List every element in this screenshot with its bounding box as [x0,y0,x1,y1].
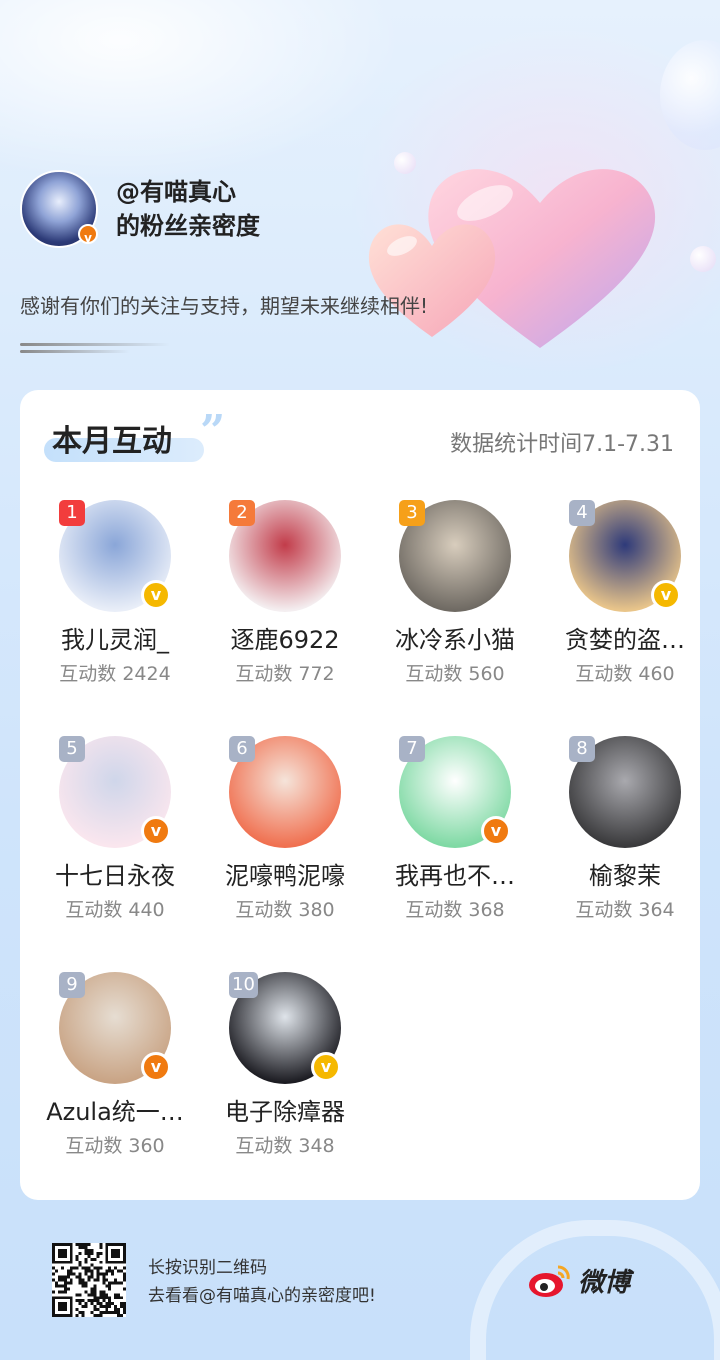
interaction-count: 互动数 364 [575,899,675,921]
thanks-message: 感谢有你们的关注与支持，期望未来继续相伴! [20,294,429,318]
fan-name: Azula统一… [46,1098,184,1126]
qr-code[interactable] [52,1243,126,1317]
rank-badge: 1 [59,500,85,526]
weibo-logo: 微博 [528,1262,630,1299]
verified-badge-icon: v [78,224,98,245]
fan-item[interactable]: 1 v 我儿灵润_ 互动数 2424 [30,500,200,686]
decorative-bubble [660,40,720,150]
verified-badge-icon: v [141,1052,171,1082]
avatar[interactable]: v [20,170,98,248]
fan-item[interactable]: 9 v Azula统一… 互动数 360 [30,972,200,1158]
avatar[interactable]: 8 [569,736,681,848]
avatar[interactable]: 2 [229,500,341,612]
rank-badge: 8 [569,736,595,762]
rank-badge: 9 [59,972,85,998]
verified-badge-icon: v [141,816,171,846]
fan-name: 我儿灵润_ [61,626,169,654]
footer-line-1: 长按识别二维码 [148,1258,267,1278]
avatar[interactable]: 7v [399,736,511,848]
interaction-count: 互动数 380 [235,899,335,921]
fan-item[interactable]: 7 v 我再也不… 互动数 368 [370,736,540,922]
profile-handle: @有喵真心 [116,178,236,206]
interaction-count: 互动数 440 [65,899,165,921]
weibo-eye-icon [529,1264,570,1297]
rank-badge: 7 [399,736,425,762]
verified-badge-icon: v [311,1052,341,1082]
fan-name: 逐鹿6922 [230,626,340,654]
fan-name: 冰冷系小猫 [395,626,515,654]
fan-name: 泥嚎鸭泥嚎 [225,862,345,890]
avatar[interactable]: 6 [229,736,341,848]
interaction-card: 本月互动 ” 数据统计时间7.1-7.31 1 v 我儿灵润_ 互动数 2424 2 逐鹿… [20,390,700,1200]
small-heart-icon [362,212,502,342]
fan-item[interactable]: 5 v 十七日永夜 互动数 440 [30,736,200,922]
rank-badge: 3 [399,500,425,526]
rank-badge: 5 [59,736,85,762]
avatar[interactable]: 4v [569,500,681,612]
verified-badge-icon: v [141,580,171,610]
avatar[interactable]: 9v [59,972,171,1084]
fan-item[interactable]: 3 冰冷系小猫互动数 560 [370,500,540,686]
rank-badge: 2 [229,500,255,526]
fan-item[interactable]: 4 v 贪婪的盗… 互动数 460 [540,500,710,686]
decorative-lines [20,343,170,357]
decorative-bubble-small [394,152,416,174]
avatar[interactable]: 10 v [229,972,341,1084]
stat-time: 数据统计时间7.1-7.31 [450,432,674,457]
interaction-count: 互动数 560 [405,663,505,685]
interaction-count: 互动数 360 [65,1135,165,1157]
avatar[interactable]: 3 [399,500,511,612]
rank-badge: 10 [229,972,258,998]
fan-name: 我再也不… [395,862,515,890]
fan-item[interactable]: 10 v 电子除瘴器互动数 348 [200,972,370,1158]
fan-item[interactable]: 8 榆黎茉互动数 364 [540,736,710,922]
verified-badge-icon: v [651,580,681,610]
fan-name: 贪婪的盗… [565,626,685,654]
footer-line-2: 去看看@有喵真心的亲密度吧! [148,1286,376,1306]
card-title: 本月互动 [52,424,172,459]
interaction-count: 互动数 2424 [59,663,171,685]
profile-subtitle: 的粉丝亲密度 [116,212,260,240]
fan-item[interactable]: 2 逐鹿6922 互动数 772 [200,500,370,686]
interaction-count: 互动数 368 [405,899,505,921]
verified-badge-icon: v [481,816,511,846]
fan-name: 电子除瘴器 [225,1098,345,1126]
fan-name: 十七日永夜 [55,862,175,890]
rank-badge: 6 [229,736,255,762]
interaction-count: 互动数 772 [235,663,335,685]
interaction-count: 互动数 460 [575,663,675,685]
fan-item[interactable]: 6 泥嚎鸭泥嚎互动数 380 [200,736,370,922]
profile-header: v @有喵真心 的粉丝亲密度 [20,170,260,248]
avatar[interactable]: 1v [59,500,171,612]
quote-icon: ” [200,406,226,457]
rank-badge: 4 [569,500,595,526]
fan-name: 榆黎茉 [589,862,661,890]
avatar[interactable]: 5v [59,736,171,848]
decorative-bubble-small [690,246,716,272]
interaction-count: 互动数 348 [235,1135,335,1157]
weibo-brand: 微博 [578,1268,631,1298]
